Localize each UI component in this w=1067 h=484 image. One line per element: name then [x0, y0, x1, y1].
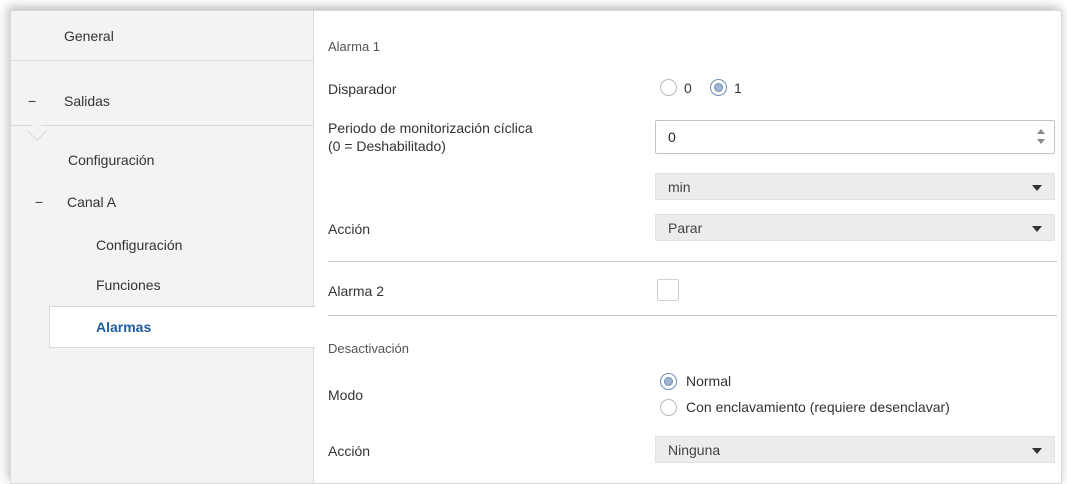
modo-radio-enclavamiento[interactable] — [660, 399, 677, 416]
sidebar-item-label: Salidas — [64, 92, 110, 109]
sidebar-item-alarmas[interactable]: Alarmas — [49, 306, 315, 348]
sidebar-item-label: General — [64, 27, 114, 44]
desactivacion-accion-label: Acción — [328, 443, 371, 459]
disparador-radio-1[interactable] — [710, 79, 727, 96]
alarma-2-checkbox[interactable] — [657, 279, 679, 301]
desactivacion-accion-dropdown[interactable]: Ninguna — [655, 436, 1055, 463]
section-title-alarma-1: Alarma 1 — [328, 39, 381, 54]
sidebar-item-funciones[interactable]: Funciones — [11, 260, 314, 310]
divider — [328, 261, 1057, 262]
disparador-label: Disparador — [328, 81, 397, 97]
alarma-2-label: Alarma 2 — [328, 283, 385, 299]
chevron-down-icon — [1032, 185, 1042, 191]
modo-option-enclavamiento: Con enclavamiento (requiere desenclavar) — [686, 399, 950, 415]
sidebar-item-label: Canal A — [67, 194, 117, 210]
periodo-label-line2: (0 = Deshabilitado) — [328, 138, 446, 154]
main-panel: Alarma 1 Disparador 0 1 Periodo de monit… — [315, 11, 1061, 483]
section-title-desactivacion: Desactivación — [328, 341, 409, 356]
accion-label: Acción — [328, 221, 371, 237]
collapse-icon[interactable]: − — [35, 194, 43, 210]
sidebar-item-label: Configuración — [68, 152, 155, 168]
sidebar-item-salidas[interactable]: − Salidas — [11, 76, 314, 126]
modo-label: Modo — [328, 387, 364, 403]
sidebar-item-label: Alarmas — [96, 319, 152, 335]
unidad-value: min — [668, 179, 691, 195]
modo-radio-normal[interactable] — [660, 373, 677, 390]
window: General − Salidas Configuración − Canal … — [10, 10, 1062, 484]
periodo-value: 0 — [668, 129, 676, 145]
accion-dropdown[interactable]: Parar — [655, 214, 1055, 241]
desactivacion-accion-value: Ninguna — [668, 442, 721, 458]
periodo-spinbox[interactable]: 0 — [655, 120, 1055, 154]
sidebar: General − Salidas Configuración − Canal … — [11, 11, 315, 483]
sidebar-item-label: Configuración — [96, 237, 183, 253]
spin-down-icon[interactable] — [1037, 139, 1045, 144]
spin-up-icon[interactable] — [1037, 129, 1045, 134]
disparador-option-1: 1 — [734, 80, 742, 96]
disparador-radio-0[interactable] — [660, 79, 677, 96]
disparador-option-0: 0 — [684, 80, 692, 96]
accion-value: Parar — [668, 220, 703, 236]
chevron-down-icon — [1032, 448, 1042, 454]
periodo-label-line1: Periodo de monitorización cíclica — [328, 120, 533, 136]
chevron-down-icon — [1032, 226, 1042, 232]
modo-option-normal: Normal — [686, 373, 732, 389]
collapse-icon[interactable]: − — [28, 93, 36, 109]
spin-arrows[interactable] — [1037, 127, 1047, 147]
unidad-dropdown[interactable]: min — [655, 173, 1055, 200]
sidebar-item-general[interactable]: General — [11, 11, 314, 61]
sidebar-item-label: Funciones — [96, 277, 161, 293]
divider — [328, 315, 1057, 316]
